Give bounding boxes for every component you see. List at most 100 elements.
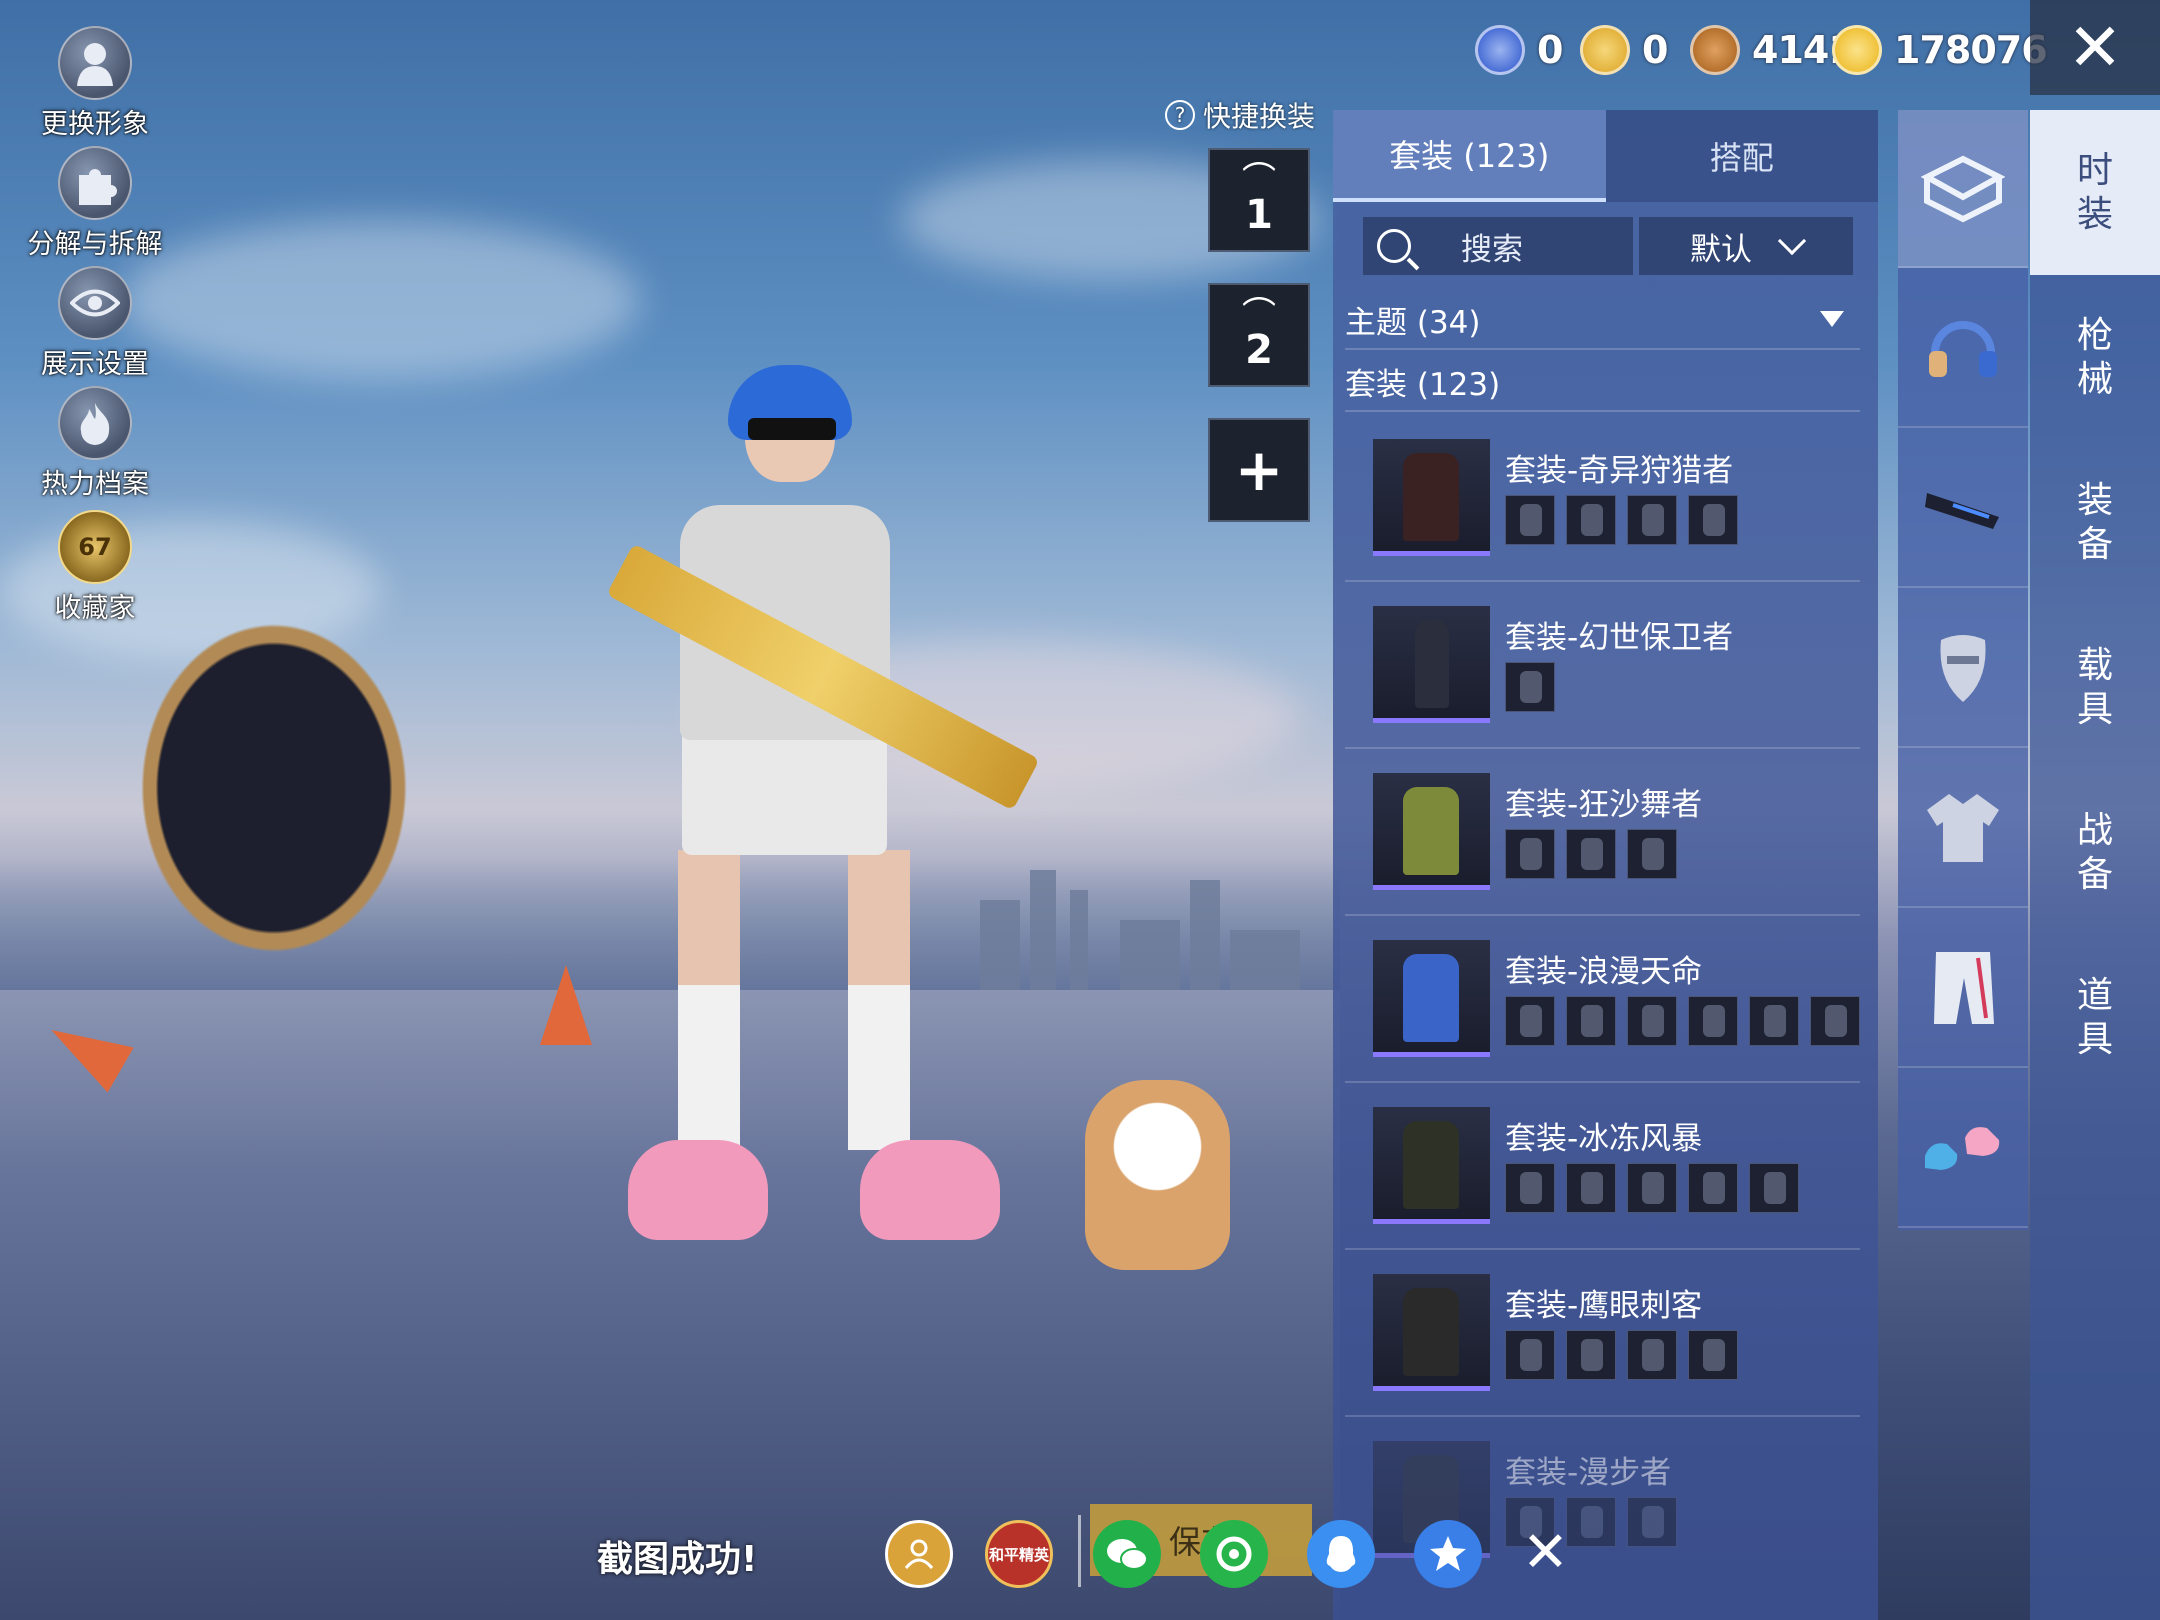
part-thumbnail[interactable] [1566,1163,1616,1213]
part-thumbnail[interactable] [1749,996,1799,1046]
search-label: 搜索 [1461,231,1523,268]
outfit-thumbnail [1373,1107,1490,1224]
traffic-cone [540,965,592,1045]
bronze-coin-icon [1690,25,1740,75]
vtab-label: 装备 [2076,479,2113,565]
outfit-parts [1505,1330,1738,1380]
outfit-name: 套装-鹰眼刺客 [1505,1288,1703,1324]
category-mask[interactable] [1898,590,2028,748]
outfit-name: 套装-奇异狩猎者 [1505,453,1734,489]
list-item[interactable]: 套装-狂沙舞者 [1345,749,1860,916]
sort-value: 默认 [1690,231,1752,268]
theme-filter-row[interactable]: 主题 (34) [1345,290,1860,350]
share-qq-button[interactable] [1307,1520,1375,1588]
collector-badge-icon: 67 [58,510,132,584]
tab-fashion[interactable]: 时装 [2030,110,2160,275]
share-moments-button[interactable] [1200,1520,1268,1588]
part-thumbnail[interactable] [1566,829,1616,879]
category-top[interactable] [1898,750,2028,908]
part-thumbnail[interactable] [1688,996,1738,1046]
sort-select[interactable]: 默认 [1639,217,1853,275]
hanger-icon: ⌒ [1242,160,1276,200]
list-item[interactable]: 套装-幻世保卫者 [1345,582,1860,749]
menu-label: 收藏家 [54,593,136,624]
part-thumbnail[interactable] [1627,1163,1677,1213]
outfit-name: 套装-幻世保卫者 [1505,620,1734,656]
part-thumbnail[interactable] [1566,1497,1616,1547]
suit-section-header: 套装 (123) [1345,352,1860,412]
share-qzone-button[interactable] [1414,1520,1482,1588]
category-headwear[interactable] [1898,270,2028,428]
help-icon: ? [1165,100,1195,130]
shoes-icon [1925,1127,2000,1170]
outfit-name: 套装-狂沙舞者 [1505,787,1703,823]
display-settings-button[interactable]: 展示设置 [20,266,170,380]
quick-change-label: 快捷换装 [1203,100,1316,133]
close-share-button[interactable]: ✕ [1522,1525,1569,1581]
outfit-parts [1505,495,1738,545]
tab-guns[interactable]: 枪械 [2030,275,2160,440]
change-appearance-button[interactable]: 更换形象 [20,26,170,140]
part-thumbnail[interactable] [1566,996,1616,1046]
list-item[interactable]: 套装-浪漫天命 [1345,916,1860,1083]
pants-icon [1934,952,1994,1024]
list-item[interactable]: 套装-鹰眼刺客 [1345,1250,1860,1417]
part-thumbnail[interactable] [1627,829,1677,879]
part-thumbnail[interactable] [1505,495,1555,545]
part-thumbnail[interactable] [1627,495,1677,545]
part-thumbnail[interactable] [1505,662,1555,712]
quick-change-button[interactable]: ? 快捷换装 [1165,95,1315,135]
outfit-panel: 套装 (123) 搭配 搜索 默认 主题 (34) 套装 (123) 套装-奇异… [1333,110,1878,1620]
part-thumbnail[interactable] [1566,495,1616,545]
blue-coin-icon [1475,25,1525,75]
tab-battle-prep[interactable]: 战备 [2030,770,2160,935]
part-thumbnail[interactable] [1505,996,1555,1046]
outfit-slot-2[interactable]: ⌒ 2 [1208,283,1310,387]
resource-gold[interactable]: 0 [1580,20,1668,80]
outfit-slot-1[interactable]: ⌒ 1 [1208,148,1310,252]
resource-bronze[interactable]: 4141 [1690,20,1855,80]
collector-button[interactable]: 67 收藏家 [20,510,170,624]
share-friends-button[interactable] [885,1520,953,1588]
share-wechat-button[interactable] [1093,1520,1161,1588]
share-game-button[interactable]: 和平精英 [985,1520,1053,1588]
mask-icon [1940,635,1986,702]
part-thumbnail[interactable] [1627,1330,1677,1380]
tab-items[interactable]: 道具 [2030,935,2160,1100]
part-thumbnail[interactable] [1688,1330,1738,1380]
heat-archive-button[interactable]: 热力档案 [20,386,170,500]
category-wardrobe[interactable] [1898,110,2028,268]
shiba-pet [1085,1080,1230,1270]
tab-equipment[interactable]: 装备 [2030,440,2160,605]
part-thumbnail[interactable] [1627,996,1677,1046]
part-thumbnail[interactable] [1688,1163,1738,1213]
category-shoes[interactable] [1898,1070,2028,1228]
slot-number: 1 [1245,192,1273,238]
tab-combos[interactable]: 搭配 [1605,110,1878,202]
part-thumbnail[interactable] [1505,1163,1555,1213]
part-thumbnail[interactable] [1749,1163,1799,1213]
part-thumbnail[interactable] [1505,829,1555,879]
category-eyewear[interactable] [1898,430,2028,588]
vtab-label: 载具 [2076,644,2113,730]
list-item[interactable]: 套装-奇异狩猎者 [1345,415,1860,582]
wechat-icon [1107,1539,1148,1570]
tab-suits[interactable]: 套装 (123) [1333,110,1606,202]
resource-blue[interactable]: 0 [1475,20,1563,80]
resource-lightning[interactable]: 178076 [1832,20,2048,80]
part-thumbnail[interactable] [1627,1497,1677,1547]
search-input[interactable]: 搜索 [1363,217,1633,275]
category-pants[interactable] [1898,910,2028,1068]
suit-header-label: 套装 (123) [1345,366,1501,403]
decompose-button[interactable]: 分解与拆解 [20,146,170,260]
part-thumbnail[interactable] [1688,495,1738,545]
part-thumbnail[interactable] [1810,996,1860,1046]
tab-vehicles[interactable]: 载具 [2030,605,2160,770]
part-thumbnail[interactable] [1505,1330,1555,1380]
close-button[interactable]: ✕ [2030,0,2160,95]
visor-icon [1925,493,1999,529]
menu-label: 展示设置 [41,349,149,380]
list-item[interactable]: 套装-冰冻风暴 [1345,1083,1860,1250]
add-outfit-slot-button[interactable]: + [1208,418,1310,522]
part-thumbnail[interactable] [1566,1330,1616,1380]
